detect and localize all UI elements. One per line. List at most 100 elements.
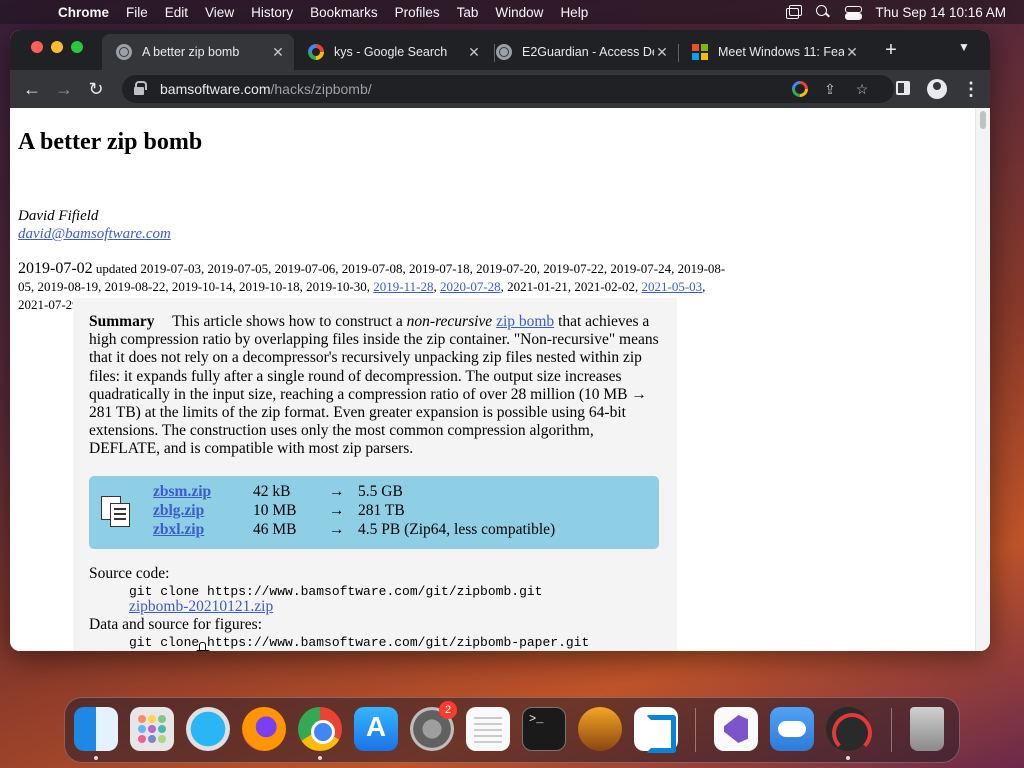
tab-google-search[interactable]: kys - Google Search ✕ [294,34,490,70]
download-row: zbsm.zip 42 kB → 5.5 GB [89,483,659,502]
author-name: David Fifield [18,208,99,224]
arrow-icon: → [329,502,345,519]
summary-label: Summary [89,313,155,330]
finder-icon[interactable] [74,707,118,751]
download-link[interactable]: zbxl.zip [153,521,204,539]
downloads-panel: zbsm.zip 42 kB → 5.5 GB zblg.zip 10 MB →… [89,476,659,549]
firefox-icon[interactable] [242,707,286,751]
tab-title: kys - Google Search [334,45,448,59]
globe-icon [116,44,132,60]
download-size: 46 MB [253,521,297,538]
update-link[interactable]: 2020-07-28 [440,279,501,294]
menu-app-name[interactable]: Chrome [58,5,109,20]
zoom-window-button[interactable] [71,41,83,53]
menu-file[interactable]: File [126,5,148,20]
reload-button[interactable]: ↻ [85,78,107,100]
close-tab-icon[interactable]: ✕ [270,44,286,61]
tab-title: Meet Windows 11: Features [718,45,844,59]
author-email-link[interactable]: david@bamsoftware.com [18,226,171,243]
profile-avatar-icon[interactable] [927,79,947,99]
url-domain: bamsoftware.com [160,81,271,97]
running-indicator [318,756,322,760]
address-bar[interactable]: bamsoftware.com/hacks/zipbomb/ ⇪ ☆ [122,75,894,103]
launchpad-icon[interactable] [130,707,174,751]
menu-window[interactable]: Window [495,5,543,20]
running-indicator [94,756,98,760]
menu-history[interactable]: History [251,5,293,20]
close-tab-icon[interactable]: ✕ [844,44,860,61]
update-link[interactable]: 2021-05-03 [641,279,702,294]
weather-icon[interactable] [770,707,814,751]
terminal-icon[interactable] [522,707,566,751]
tab-title: A better zip bomb [142,45,240,59]
gauge-app-icon[interactable] [826,707,872,753]
page-title: A better zip bomb [18,129,203,155]
source-zip-link[interactable]: zipbomb-20210121.zip [129,598,273,616]
tab-windows-11[interactable]: Meet Windows 11: Features ✕ [678,34,868,70]
arrow-icon: → [329,521,345,538]
update-link[interactable]: 2019-11-28 [373,279,433,294]
app-store-icon[interactable] [354,707,398,751]
google-lens-icon[interactable] [792,81,808,97]
spotlight-search-icon[interactable] [815,5,831,19]
chrome-icon[interactable] [298,707,342,751]
arrow-icon: → [329,483,345,500]
menu-tab[interactable]: Tab [457,5,479,20]
tab-strip: A better zip bomb ✕ kys - Google Search … [10,30,990,70]
trash-icon[interactable] [910,707,944,751]
expanded-size: 5.5 GB [358,483,403,500]
updated-label: updated [95,261,138,276]
hand-pointer-cursor-icon [195,642,210,651]
menu-help[interactable]: Help [560,5,588,20]
textedit-icon[interactable] [466,707,510,751]
browser-window: A better zip bomb ✕ kys - Google Search … [10,30,990,651]
source-code-label: Source code: [89,565,170,582]
close-tab-icon[interactable]: ✕ [654,44,670,61]
download-link[interactable]: zbsm.zip [153,483,211,501]
tab-search-chevron-icon[interactable]: ▼ [958,40,970,54]
safari-icon[interactable] [186,707,230,751]
control-center-icon[interactable] [845,5,863,20]
close-window-button[interactable] [31,41,43,53]
back-button[interactable]: ← [21,78,43,100]
google-icon [308,44,324,60]
page-content: A better zip bomb David Fifield david@ba… [10,108,990,651]
download-row: zbxl.zip 46 MB → 4.5 PB (Zip64, less com… [89,521,659,540]
globe-icon [496,44,512,60]
minimize-window-button[interactable] [51,41,63,53]
tab-e2guardian[interactable]: E2Guardian - Access Denied ✕ [482,34,678,70]
visual-studio-icon[interactable] [714,707,758,751]
close-tab-icon[interactable]: ✕ [466,44,482,61]
download-link[interactable]: zblg.zip [153,502,204,520]
bookmark-star-icon[interactable]: ☆ [854,81,870,97]
zip-bomb-link[interactable]: zip bomb [496,313,554,330]
side-panel-icon[interactable] [896,81,910,95]
dock-separator [891,708,892,752]
summary-box: Summary This article shows how to constr… [73,298,677,651]
dock: 2 [64,697,960,763]
source-git-command: git clone https://www.bamsoftware.com/gi… [129,584,543,599]
menu-view[interactable]: View [205,5,234,20]
menu-bookmarks[interactable]: Bookmarks [310,5,378,20]
scrollbar-thumb[interactable] [980,111,986,129]
window-switcher-icon[interactable] [785,5,803,19]
windows-icon [692,44,708,60]
settings-badge: 2 [439,701,457,719]
lock-icon[interactable] [134,81,147,95]
menu-edit[interactable]: Edit [165,5,188,20]
tab-zip-bomb[interactable]: A better zip bomb ✕ [102,34,294,70]
menubar-clock[interactable]: Thu Sep 14 10:16 AM [875,5,1006,20]
menubar: Chrome File Edit View History Bookmarks … [0,0,1024,24]
menu-profiles[interactable]: Profiles [395,5,440,20]
forward-button[interactable]: → [53,78,75,100]
garageband-icon[interactable] [578,707,622,751]
new-tab-button[interactable]: + [880,39,902,62]
publish-date: 2019-07-02 [18,260,93,277]
dock-separator [695,708,696,752]
page-scrollbar[interactable] [975,108,990,651]
share-icon[interactable]: ⇪ [822,81,838,97]
vscode-icon[interactable] [634,707,678,753]
download-size: 42 kB [253,483,291,500]
more-menu-icon[interactable]: ⋮ [962,78,980,100]
url-path: /hacks/zipbomb/ [270,81,372,97]
